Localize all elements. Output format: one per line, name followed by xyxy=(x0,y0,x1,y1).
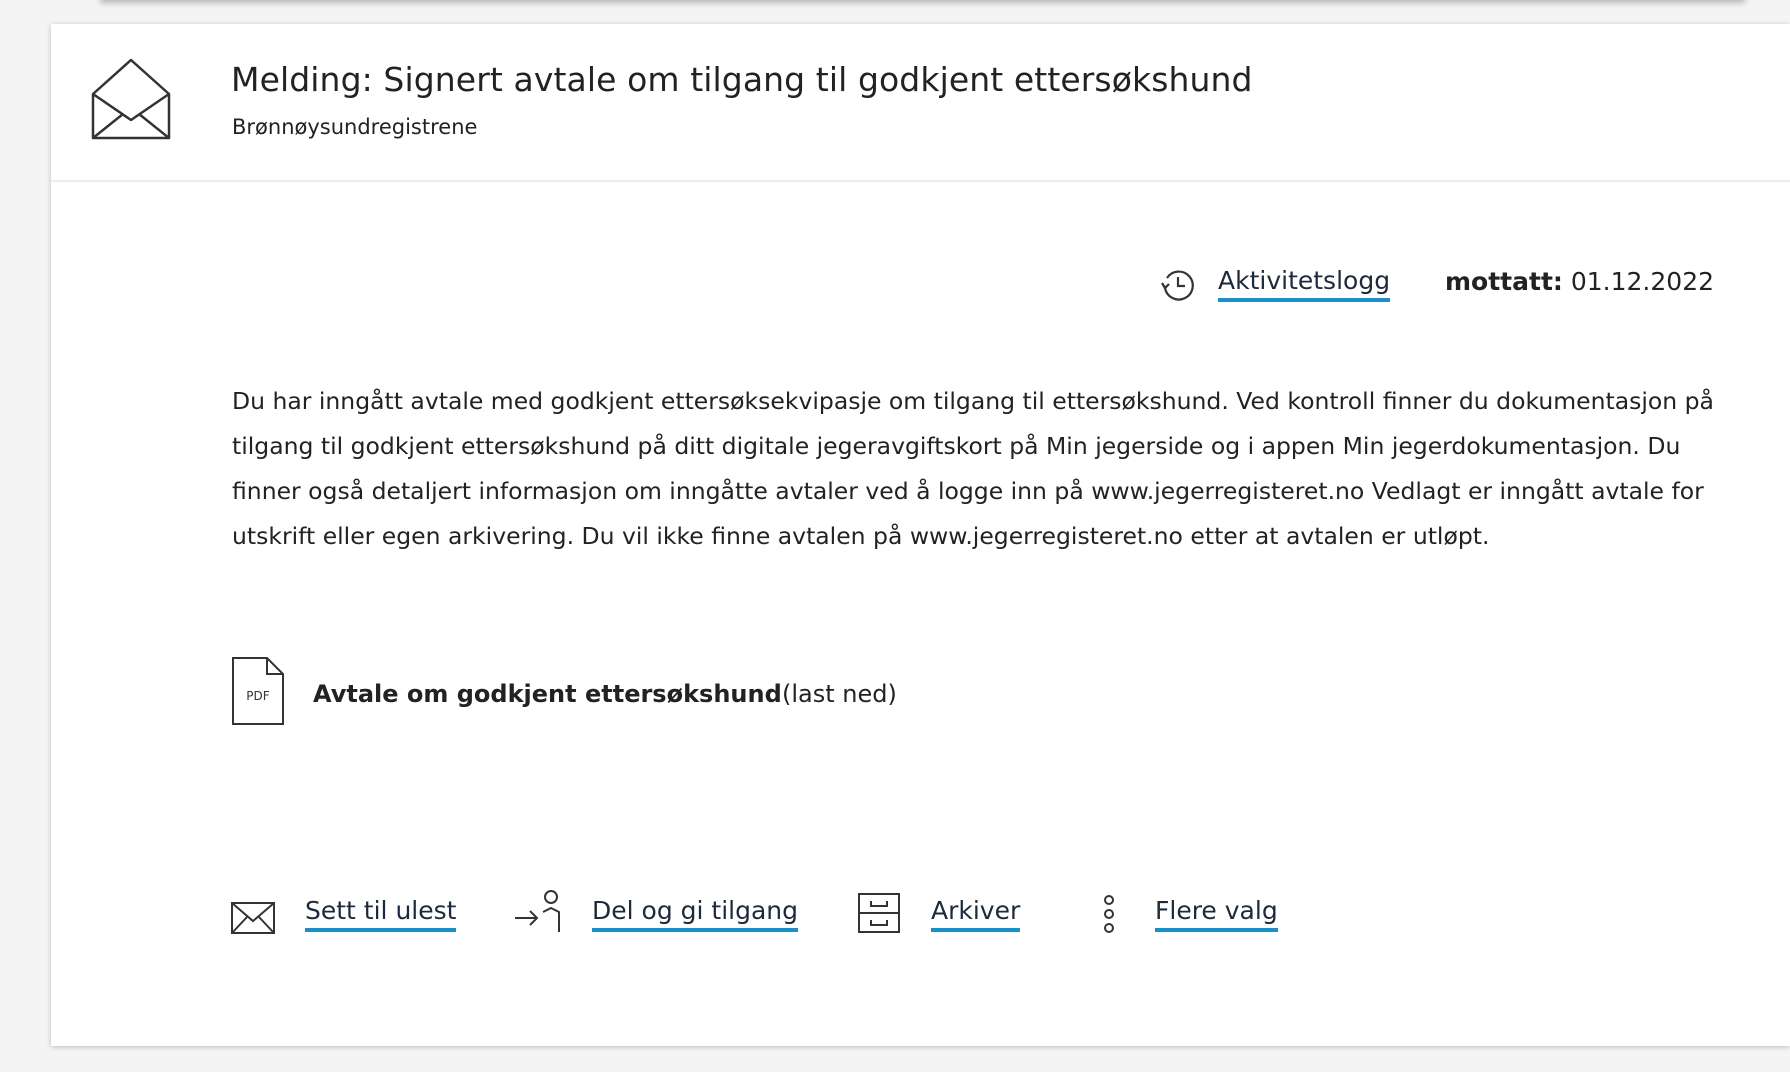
archive-icon xyxy=(858,893,900,933)
received-date-value: 01.12.2022 xyxy=(1570,267,1714,296)
history-clock-icon xyxy=(1161,270,1194,301)
more-options-icon[interactable] xyxy=(1102,894,1116,934)
message-card: Melding: Signert avtale om tilgang til g… xyxy=(51,24,1790,1046)
message-sender: Brønnøysundregistrene xyxy=(232,115,478,139)
attachment: PDF Avtale om godkjent ettersøkshund (la… xyxy=(231,656,1031,726)
received-date: mottatt: 01.12.2022 xyxy=(1445,267,1714,296)
message-meta: Aktivitetslogg mottatt: 01.12.2022 xyxy=(51,253,1790,303)
envelope-icon xyxy=(231,902,275,934)
open-envelope-icon xyxy=(91,58,171,140)
message-body: Du har inngått avtale med godkjent etter… xyxy=(232,387,1714,550)
share-access-button[interactable]: Del og gi tilgang xyxy=(592,896,798,932)
share-person-icon xyxy=(515,890,560,932)
message-actions: Sett til ulest Del og gi tilgang Arkiver… xyxy=(51,882,1790,952)
more-options-button[interactable]: Flere valg xyxy=(1155,896,1278,932)
pdf-file-icon: PDF xyxy=(232,657,284,725)
pdf-icon-label: PDF xyxy=(246,689,269,703)
received-label: mottatt: xyxy=(1445,267,1563,296)
attachment-name-link[interactable]: Avtale om godkjent ettersøkshund xyxy=(313,680,782,708)
message-header: Melding: Signert avtale om tilgang til g… xyxy=(51,24,1790,182)
mark-unread-button[interactable]: Sett til ulest xyxy=(305,896,457,932)
attachment-download-link[interactable]: (last ned) xyxy=(782,680,897,708)
message-title: Melding: Signert avtale om tilgang til g… xyxy=(231,60,1253,99)
archive-button[interactable]: Arkiver xyxy=(931,896,1021,932)
activity-log-link[interactable]: Aktivitetslogg xyxy=(1218,266,1391,302)
